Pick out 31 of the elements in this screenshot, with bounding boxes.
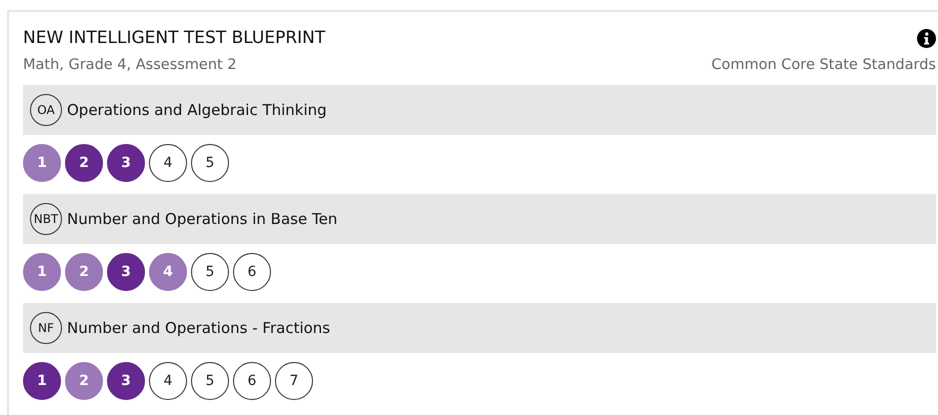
blueprint-title: NEW INTELLIGENT TEST BLUEPRINT — [23, 28, 326, 48]
domain-code-badge: NBT — [30, 203, 62, 235]
domain-name: Operations and Algebraic Thinking — [67, 101, 327, 119]
domain-name: Number and Operations - Fractions — [67, 319, 330, 337]
standard-circle[interactable]: 5 — [191, 362, 229, 400]
standard-circle[interactable]: 4 — [149, 362, 187, 400]
domain-header[interactable]: NBT Number and Operations in Base Ten — [23, 194, 936, 244]
standard-circle[interactable]: 3 — [107, 253, 145, 291]
standard-circle[interactable]: 2 — [65, 362, 103, 400]
standard-circle[interactable]: 6 — [233, 253, 271, 291]
standard-circle[interactable]: 3 — [107, 362, 145, 400]
standard-circle[interactable]: 1 — [23, 253, 61, 291]
standard-circle[interactable]: 5 — [191, 253, 229, 291]
domain-code-badge: OA — [30, 94, 62, 126]
standard-circle[interactable]: 4 — [149, 253, 187, 291]
domain-header[interactable]: OA Operations and Algebraic Thinking — [23, 85, 936, 135]
standards-label: Common Core State Standards — [711, 57, 936, 73]
standard-circle[interactable]: 1 — [23, 362, 61, 400]
standard-circle[interactable]: 2 — [65, 253, 103, 291]
assessment-subtitle: Math, Grade 4, Assessment 2 — [23, 57, 237, 73]
info-icon[interactable] — [917, 28, 936, 48]
standard-circle[interactable]: 7 — [275, 362, 313, 400]
standard-circle[interactable]: 1 — [23, 144, 61, 182]
standard-circle[interactable]: 6 — [233, 362, 271, 400]
domain-name: Number and Operations in Base Ten — [67, 210, 338, 228]
standard-circle[interactable]: 4 — [149, 144, 187, 182]
domain-code-badge: NF — [30, 312, 62, 344]
standard-circle[interactable]: 5 — [191, 144, 229, 182]
standard-circle[interactable]: 2 — [65, 144, 103, 182]
standard-circle[interactable]: 3 — [107, 144, 145, 182]
domain-header[interactable]: NF Number and Operations - Fractions — [23, 303, 936, 353]
